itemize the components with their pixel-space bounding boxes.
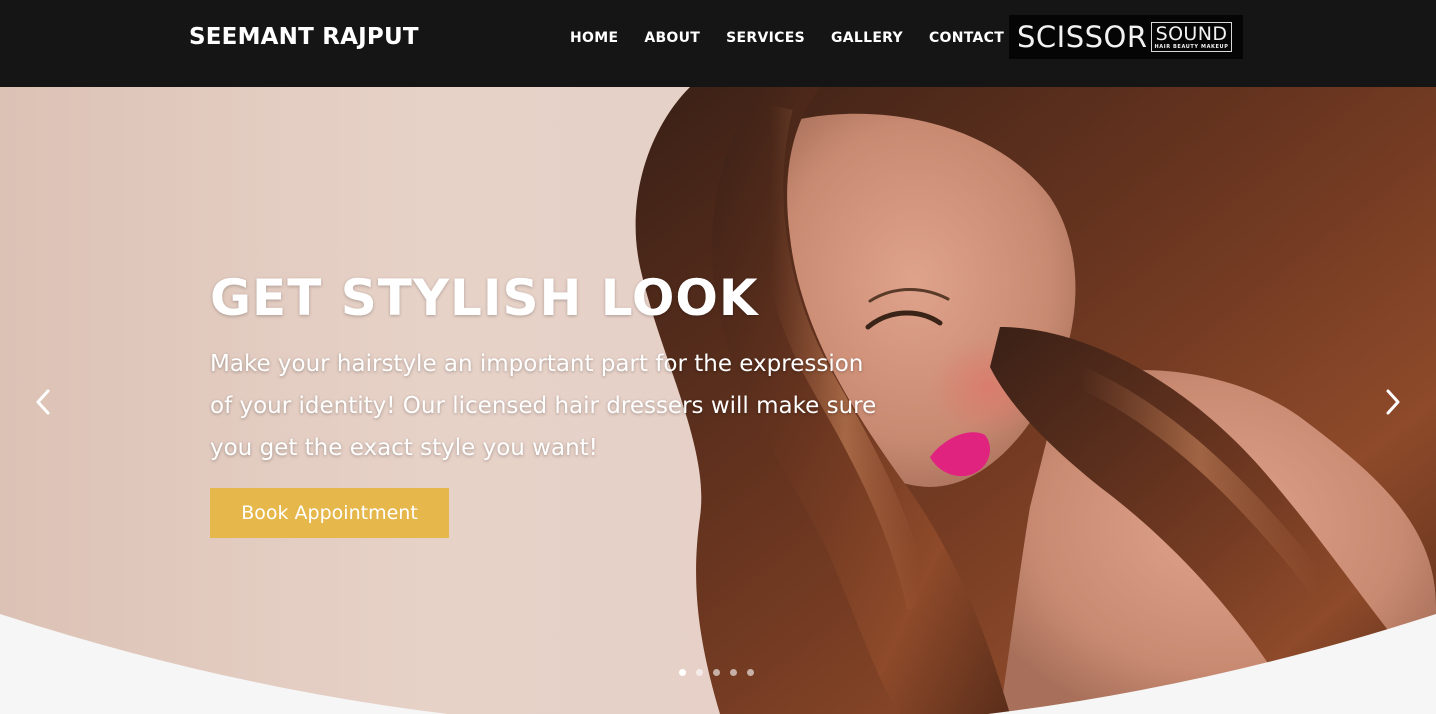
logo-main-text: SCISSOR xyxy=(1017,20,1148,54)
nav-item-contact[interactable]: CONTACT xyxy=(929,28,1004,48)
nav-item-home[interactable]: HOME xyxy=(570,28,618,48)
book-appointment-button[interactable]: Book Appointment xyxy=(210,488,449,538)
slider-dot[interactable] xyxy=(696,669,703,676)
hero-slider: GET STYLISH LOOK Make your hairstyle an … xyxy=(0,87,1436,714)
chevron-right-icon xyxy=(1386,389,1400,415)
logo-box: SOUND HAIR BEAUTY MAKEUP xyxy=(1150,22,1233,52)
nav-item-services[interactable]: SERVICES xyxy=(726,28,805,48)
site-header: SEEMANT RAJPUT HOME ABOUT SERVICES GALLE… xyxy=(0,0,1436,87)
slider-prev-button[interactable] xyxy=(28,384,58,420)
nav-item-gallery[interactable]: GALLERY xyxy=(831,28,903,48)
logo-box-text: SOUND xyxy=(1155,22,1228,45)
slider-dot[interactable] xyxy=(679,669,686,676)
site-brand[interactable]: SEEMANT RAJPUT xyxy=(189,24,419,50)
slider-next-button[interactable] xyxy=(1378,384,1408,420)
slider-dot[interactable] xyxy=(747,669,754,676)
hero-description: Make your hairstyle an important part fo… xyxy=(210,351,877,461)
chevron-left-icon xyxy=(36,389,50,415)
logo-tagline: HAIR BEAUTY MAKEUP xyxy=(1154,43,1229,50)
slider-pagination xyxy=(679,669,764,676)
nav-item-about[interactable]: ABOUT xyxy=(644,28,700,48)
main-nav: HOME ABOUT SERVICES GALLERY CONTACT xyxy=(570,28,1030,48)
slider-dot[interactable] xyxy=(730,669,737,676)
hero-title: GET STYLISH LOOK xyxy=(210,269,759,327)
slider-dot[interactable] xyxy=(713,669,720,676)
scissor-sound-logo[interactable]: SCISSOR SOUND HAIR BEAUTY MAKEUP xyxy=(1009,15,1243,59)
